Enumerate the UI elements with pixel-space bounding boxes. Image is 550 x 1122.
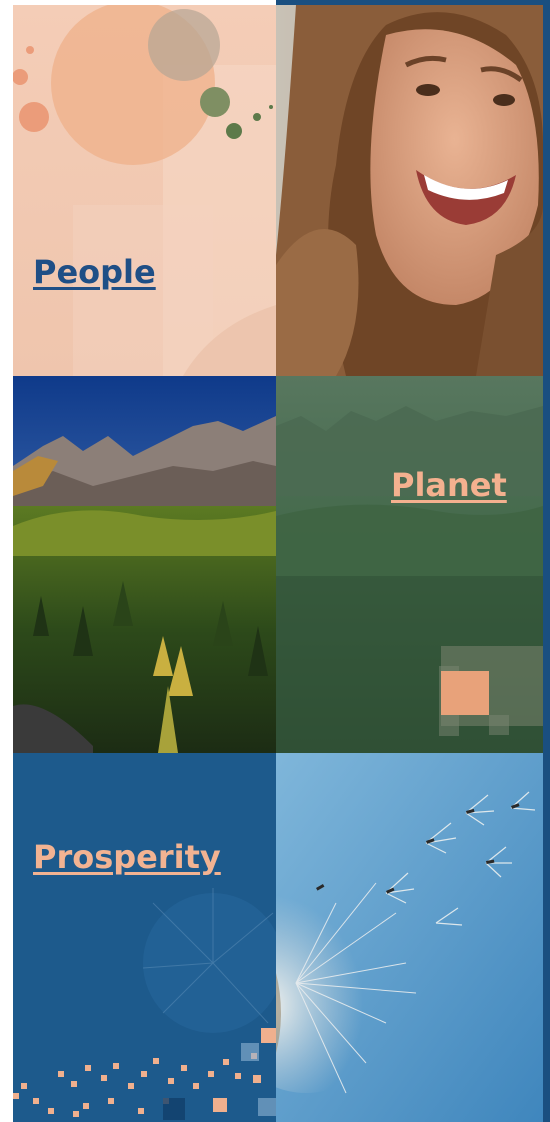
people-link[interactable]: People — [33, 253, 156, 291]
planet-tile[interactable]: Planet — [276, 376, 543, 753]
pillars-grid: People Planet Prosperity — [13, 5, 543, 1122]
smiling-woman-image — [276, 5, 543, 376]
frame-right-edge — [543, 5, 550, 1122]
decor-dot-green — [253, 113, 261, 121]
people-background-graphic — [13, 5, 276, 376]
decor-circle-grey — [148, 9, 220, 81]
dandelion-photo-tile — [276, 753, 543, 1122]
planet-background-graphic — [276, 376, 543, 753]
decor-circle-coral — [19, 102, 49, 132]
dandelion-image — [276, 753, 543, 1122]
decor-dot-green-tiny — [269, 105, 273, 109]
decor-dot-coral — [26, 46, 34, 54]
planet-link[interactable]: Planet — [391, 466, 507, 504]
decor-circle-green — [200, 87, 230, 117]
people-tile[interactable]: People — [13, 5, 276, 376]
frame-top-edge — [276, 0, 550, 5]
woman-photo-tile — [276, 5, 543, 376]
prosperity-background-graphic — [13, 753, 276, 1122]
prosperity-tile[interactable]: Prosperity — [13, 753, 276, 1122]
page-frame: People Planet Prosperity — [0, 0, 550, 1122]
mountain-photo-tile — [13, 376, 276, 753]
mountain-forest-image — [13, 376, 276, 753]
decor-circle-green-small — [226, 123, 242, 139]
prosperity-link[interactable]: Prosperity — [33, 838, 221, 876]
accent-square — [441, 671, 489, 715]
